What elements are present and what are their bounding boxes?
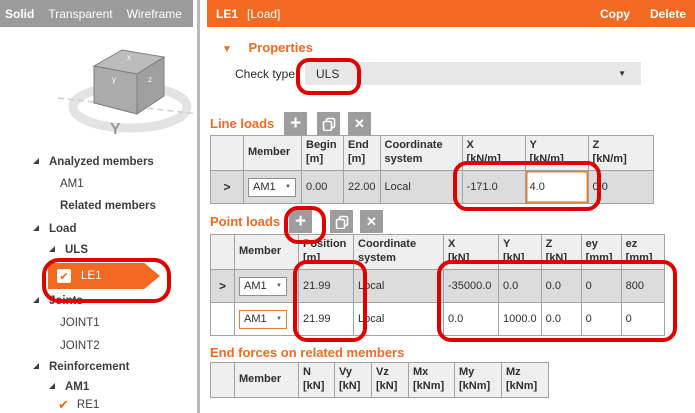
line-loads-delete-button[interactable]: ✕ [348,112,371,135]
member-dropdown[interactable]: AM1▼ [239,310,287,329]
axis-y-label: Y [110,121,121,138]
ez-cell[interactable]: 800 [621,270,664,303]
end-forces-heading: End forces on related members [210,345,404,360]
tree-item-reinforcement-am1[interactable]: AM1 [48,378,89,396]
position-cell[interactable]: 21.99 [299,303,354,336]
coordinate-system-cell[interactable]: Local [354,270,444,303]
line-loads-table: Member Begin[m] End[m] Coordinate system… [210,135,654,204]
line-loads-header-row: Member Begin[m] End[m] Coordinate system… [211,136,654,171]
x-load-cell[interactable]: -171.0 [462,171,525,204]
tree-item-uls[interactable]: ULS [48,241,88,259]
ez-cell[interactable]: 0 [621,303,664,336]
line-loads-copy-button[interactable] [317,112,340,135]
expander-icon[interactable] [48,381,56,393]
view-mode-transparent[interactable]: Transparent [48,7,112,21]
row-selector-chevron[interactable]: > [211,270,235,303]
load-detail-panel: LE1 [Load] Copy Delete ▼ Properties Chec… [207,0,695,413]
line-loads-row[interactable]: > AM1▼ 0.00 22.00 Local -171.0 4.0 0.0 [211,171,654,204]
point-loads-row[interactable]: AM1▼ 21.99 Local 0.0 1000.0 0.0 0 0 [211,303,665,336]
x-load-cell[interactable]: -35000.0 [444,270,499,303]
panel-splitter[interactable] [197,0,200,413]
line-loads-add-button[interactable]: + [284,112,307,135]
point-loads-table: Member Position[m] Coordinate system X[k… [210,234,665,336]
svg-text:y: y [112,75,116,84]
point-loads-row[interactable]: > AM1▼ 21.99 Local -35000.0 0.0 0.0 0 80… [211,270,665,303]
z-load-cell[interactable]: 0.0 [588,171,653,204]
tree-item-le1-selected[interactable]: ✔ LE1 [48,263,160,289]
view-mode-wireframe[interactable]: Wireframe [127,7,182,21]
end-forces-table: Member N[kN] Vy[kN] Vz[kN] Mx[kNm] My[kN… [210,362,549,398]
dropdown-arrow-icon: ▼ [618,69,626,78]
view-mode-solid[interactable]: Solid [5,7,34,21]
panel-context-label: [Load] [247,7,280,21]
z-load-cell[interactable]: 0.0 [541,270,581,303]
svg-text:x: x [127,53,131,62]
ey-cell[interactable]: 0 [581,303,621,336]
y-load-cell[interactable]: 0.0 [499,270,542,303]
checkbox-checked-icon[interactable]: ✔ [58,397,69,413]
expander-icon[interactable] [48,244,56,256]
row-selector-chevron[interactable]: > [211,171,244,204]
dropdown-arrow-icon: ▼ [276,283,282,289]
delete-button[interactable]: Delete [650,7,686,21]
point-loads-copy-button[interactable] [330,210,353,233]
tree-item-joint1[interactable]: JOINT1 [60,314,100,332]
coordinate-system-cell[interactable]: Local [380,171,462,204]
expander-icon[interactable] [32,156,40,168]
begin-cell[interactable]: 0.00 [302,171,344,204]
copy-button[interactable]: Copy [600,7,630,21]
ey-cell[interactable]: 0 [581,270,621,303]
x-load-cell[interactable]: 0.0 [444,303,499,336]
point-loads-heading: Point loads [210,214,280,229]
3d-viewport-cube[interactable]: y z x Y [52,30,202,148]
line-loads-heading: Line loads [210,116,274,131]
end-cell[interactable]: 22.00 [344,171,381,204]
point-loads-delete-button[interactable]: ✕ [360,210,383,233]
tree-item-joints[interactable]: Joints [32,292,83,310]
expander-icon[interactable] [32,223,40,235]
properties-section-header[interactable]: ▼ Properties [222,40,313,55]
expander-icon[interactable] [32,295,40,307]
member-dropdown[interactable]: AM1▼ [239,277,287,296]
panel-header: LE1 [Load] Copy Delete [207,0,695,27]
position-cell[interactable]: 21.99 [299,270,354,303]
check-type-select[interactable]: ULS ▼ [305,62,641,85]
collapse-triangle-icon[interactable]: ▼ [222,44,232,55]
coordinate-system-cell[interactable]: Local [354,303,444,336]
checkbox-checked-icon[interactable]: ✔ [57,269,71,283]
y-load-cell[interactable]: 1000.0 [499,303,542,336]
svg-text:z: z [148,75,152,84]
dropdown-arrow-icon: ▼ [276,316,282,322]
point-loads-add-button[interactable]: + [289,210,312,233]
y-load-cell-active[interactable]: 4.0 [525,171,588,204]
check-type-label: Check type [235,67,295,81]
tree-item-joint2[interactable]: JOINT2 [60,337,100,355]
member-dropdown[interactable]: AM1▼ [248,178,296,197]
tree-item-re1[interactable]: ✔ RE1 [58,396,99,413]
end-forces-header-row: Member N[kN] Vy[kN] Vz[kN] Mx[kNm] My[kN… [211,363,549,398]
tree-item-load[interactable]: Load [32,220,76,238]
app-window: Solid Transparent Wireframe y z x Y Anal… [0,0,695,413]
z-load-cell[interactable]: 0.0 [541,303,581,336]
dropdown-arrow-icon: ▼ [285,184,291,190]
point-loads-header-row: Member Position[m] Coordinate system X[k… [211,235,665,270]
tree-item-am1[interactable]: AM1 [60,175,84,193]
tree-item-analyzed-members[interactable]: Analyzed members [32,153,154,171]
panel-title: LE1 [216,7,238,21]
expander-icon[interactable] [32,361,40,373]
tree-item-reinforcement[interactable]: Reinforcement [32,358,130,376]
view-mode-toolbar: Solid Transparent Wireframe [0,0,193,27]
tree-item-related-members[interactable]: Related members [60,197,156,215]
